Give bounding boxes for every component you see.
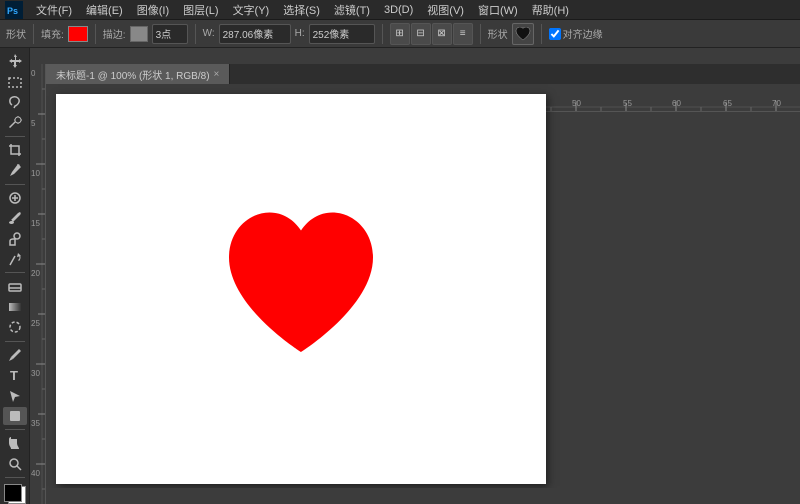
eyedropper-tool[interactable] xyxy=(3,161,27,179)
hand-tool[interactable] xyxy=(3,434,27,452)
menu-select[interactable]: 选择(S) xyxy=(277,0,326,19)
type-tool[interactable]: T xyxy=(3,366,27,384)
move-tool[interactable] xyxy=(3,52,27,70)
svg-text:0: 0 xyxy=(31,69,36,78)
sep5 xyxy=(480,24,481,44)
history-brush-tool[interactable] xyxy=(3,250,27,268)
svg-text:30: 30 xyxy=(31,369,40,378)
stroke-pts[interactable]: 3点 xyxy=(152,24,188,44)
ps-logo: Ps xyxy=(4,0,24,20)
distribute-btn[interactable]: ≡ xyxy=(453,23,473,45)
zoom-tool[interactable] xyxy=(3,455,27,473)
width-input[interactable] xyxy=(219,24,291,44)
menu-filter[interactable]: 滤镜(T) xyxy=(328,0,376,19)
spot-heal-tool[interactable] xyxy=(3,188,27,206)
pen-tool[interactable] xyxy=(3,345,27,363)
tool-sep-4 xyxy=(5,341,25,342)
sep6 xyxy=(541,24,542,44)
magic-wand-tool[interactable] xyxy=(3,113,27,131)
fill-color-box[interactable] xyxy=(68,26,88,42)
align-right-btn[interactable]: ⊠ xyxy=(432,23,452,45)
sep2 xyxy=(95,24,96,44)
path-select-tool[interactable] xyxy=(3,386,27,404)
doc-tab-close[interactable]: × xyxy=(214,69,220,80)
sep1 xyxy=(33,24,34,44)
doc-tab-title: 未标题-1 @ 100% (形状 1, RGB/8) xyxy=(56,67,210,82)
tab-bar: 未标题-1 @ 100% (形状 1, RGB/8) × xyxy=(46,64,800,84)
svg-text:20: 20 xyxy=(31,269,40,278)
menu-layer[interactable]: 图层(L) xyxy=(177,0,224,19)
tool-sep-5 xyxy=(5,429,25,430)
menu-edit[interactable]: 编辑(E) xyxy=(80,0,129,19)
height-input[interactable] xyxy=(309,24,375,44)
tool-sep-2 xyxy=(5,184,25,185)
options-bar: 形状 填充: 描边: 3点 W: H: ⊞ ⊟ ⊠ ≡ 形状 对齐边缘 xyxy=(0,20,800,48)
svg-text:25: 25 xyxy=(31,319,40,328)
blur-tool[interactable] xyxy=(3,318,27,336)
rect-select-tool[interactable] xyxy=(3,72,27,90)
svg-text:10: 10 xyxy=(31,169,40,178)
align-left-btn[interactable]: ⊞ xyxy=(390,23,410,45)
doc-tab[interactable]: 未标题-1 @ 100% (形状 1, RGB/8) × xyxy=(46,64,230,84)
svg-text:40: 40 xyxy=(31,469,40,478)
fill-label: 填充: xyxy=(41,26,64,41)
svg-text:15: 15 xyxy=(31,219,40,228)
svg-text:T: T xyxy=(10,368,18,382)
shape-picker-btn[interactable] xyxy=(512,23,534,45)
menu-help[interactable]: 帮助(H) xyxy=(526,0,575,19)
main-layout: T xyxy=(0,48,800,504)
toolbar: T xyxy=(0,48,30,504)
sep4 xyxy=(382,24,383,44)
menu-text[interactable]: 文字(Y) xyxy=(227,0,276,19)
heart-shape xyxy=(211,199,391,379)
sep3 xyxy=(195,24,196,44)
stroke-label: 描边: xyxy=(103,26,126,41)
svg-text:5: 5 xyxy=(31,119,36,128)
brush-tool[interactable] xyxy=(3,209,27,227)
shape-tool[interactable] xyxy=(3,407,27,425)
width-label: W: xyxy=(203,28,215,39)
tool-sep-1 xyxy=(5,136,25,137)
clone-stamp-tool[interactable] xyxy=(3,229,27,247)
menu-window[interactable]: 窗口(W) xyxy=(472,0,524,19)
canvas-container: 未标题-1 @ 100% (形状 1, RGB/8) × xyxy=(46,64,800,504)
eraser-tool[interactable] xyxy=(3,277,27,295)
tool-sep-3 xyxy=(5,272,25,273)
menu-view[interactable]: 视图(V) xyxy=(421,0,470,19)
lasso-tool[interactable] xyxy=(3,93,27,111)
height-label: H: xyxy=(295,28,305,39)
shape-type-label: 形状 xyxy=(6,26,26,41)
canvas-wrapper xyxy=(46,84,800,488)
svg-text:35: 35 xyxy=(31,419,40,428)
ruler-vertical: 0 5 10 15 20 25 30 35 40 xyxy=(30,64,46,504)
align-edges-checkbox[interactable] xyxy=(549,28,561,40)
stroke-color-box[interactable] xyxy=(130,26,148,42)
menu-3d[interactable]: 3D(D) xyxy=(378,0,419,19)
crop-tool[interactable] xyxy=(3,141,27,159)
shape-preset-label: 形状 xyxy=(488,26,508,41)
gradient-tool[interactable] xyxy=(3,298,27,316)
fg-color-swatch[interactable] xyxy=(4,484,22,502)
menu-bar: Ps 文件(F) 编辑(E) 图像(I) 图层(L) 文字(Y) 选择(S) 滤… xyxy=(0,0,800,20)
align-center-btn[interactable]: ⊟ xyxy=(411,23,431,45)
ruler-corner xyxy=(30,48,46,64)
menu-image[interactable]: 图像(I) xyxy=(131,0,175,19)
align-edges-label[interactable]: 对齐边缘 xyxy=(549,26,603,41)
menu-file[interactable]: 文件(F) xyxy=(30,0,78,19)
canvas-region: 0 5 10 15 20 25 30 35 40 xyxy=(30,48,800,504)
color-swatches xyxy=(2,484,28,504)
svg-text:Ps: Ps xyxy=(7,6,18,16)
tool-sep-6 xyxy=(5,477,25,478)
canvas-document xyxy=(56,94,546,484)
